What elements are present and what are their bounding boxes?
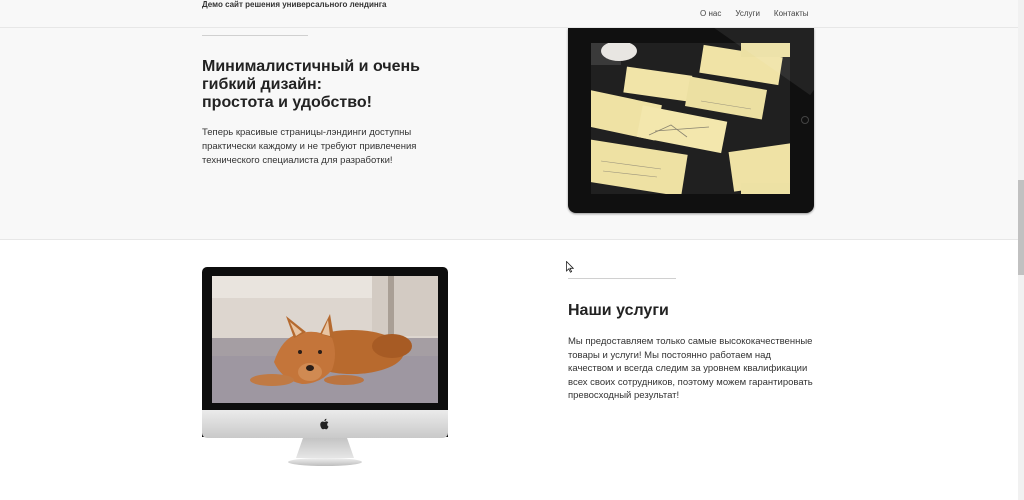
- services-divider: [568, 278, 676, 279]
- tablet-image: [568, 28, 814, 213]
- mouse-cursor-icon: [566, 261, 574, 273]
- feature-text: Теперь красивые страницы-лэндинги доступ…: [202, 127, 417, 166]
- feature-heading: Минималистичный и очень гибкий дизайн: п…: [202, 58, 462, 112]
- monitor-screen-photo: [212, 276, 438, 403]
- tablet-home-button: [801, 116, 809, 124]
- sticky-notes-photo: [591, 43, 790, 194]
- page-scrollbar[interactable]: [1018, 0, 1024, 500]
- scrollbar-thumb[interactable]: [1018, 180, 1024, 275]
- services-section: [0, 241, 1018, 500]
- feature-heading-line-1: Минималистичный и очень: [202, 58, 420, 75]
- nav-menu: О нас Услуги Контакты: [700, 9, 822, 19]
- nav-link-services[interactable]: Услуги: [735, 9, 760, 19]
- nav-link-about[interactable]: О нас: [700, 9, 721, 19]
- feature-section: [0, 28, 1018, 240]
- feature-heading-line-3: простота и удобство!: [202, 94, 372, 111]
- services-heading: Наши услуги: [568, 302, 669, 319]
- monitor-stand-foot: [288, 458, 362, 466]
- nav-link-contacts[interactable]: Контакты: [774, 9, 809, 19]
- feature-heading-line-2: гибкий дизайн:: [202, 76, 322, 93]
- brand-link[interactable]: Демо сайт решения универсального лендинг…: [202, 0, 386, 10]
- monitor-stand-neck: [296, 438, 354, 458]
- navbar: Демо сайт решения универсального лендинг…: [0, 0, 1018, 28]
- tablet-screen-photo: [591, 43, 790, 194]
- dog-photo: [212, 276, 438, 403]
- services-text: Мы предоставляем только самые высококаче…: [568, 336, 813, 401]
- section-divider: [202, 35, 308, 36]
- apple-logo-icon: [320, 418, 329, 430]
